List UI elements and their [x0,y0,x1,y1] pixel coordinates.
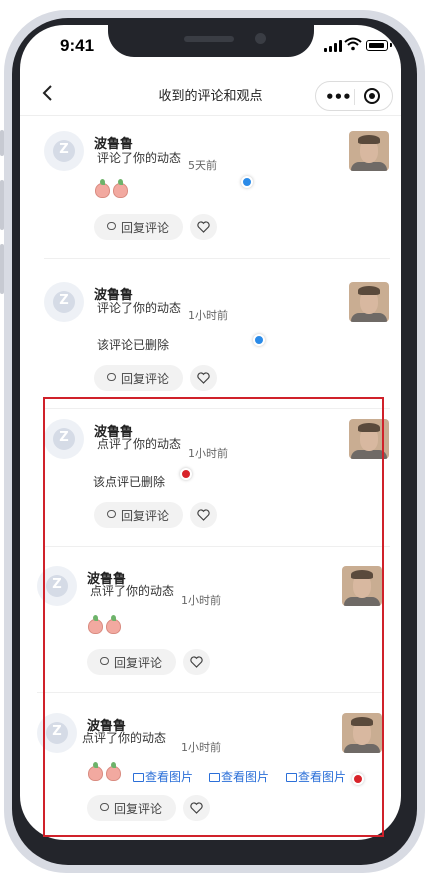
action-text: 评论了你的动态 [96,301,181,315]
mini-program-capsule: ••• [315,81,393,111]
timestamp: 1小时前 [188,309,228,322]
nav-bar: 收到的评论和观点 ••• [20,69,401,119]
side-button [0,180,4,230]
avatar[interactable] [44,131,84,171]
more-icon[interactable]: ••• [325,88,352,106]
post-thumbnail[interactable] [349,282,389,322]
highlight-box [43,397,384,837]
status-time: 9:41 [60,36,95,55]
post-thumbnail[interactable] [349,131,389,171]
comment-icon [107,373,116,381]
battery-tip [390,43,392,47]
notch [108,25,314,57]
heart-icon [197,221,210,233]
unread-dot [253,334,265,346]
target-icon[interactable] [364,88,380,104]
timestamp: 5天前 [188,159,217,172]
deleted-notice: 该评论已删除 [97,338,170,352]
item-divider [44,258,390,259]
reply-comment-button[interactable]: 回复评论 [94,214,183,240]
reply-label: 回复评论 [121,372,170,386]
avatar[interactable] [44,282,84,322]
nav-divider [20,115,401,116]
camera [255,33,266,44]
signal-icon [324,40,342,52]
capsule-divider [354,89,355,105]
side-button [0,244,4,294]
side-button [0,130,4,156]
unread-dot [241,176,253,188]
like-button[interactable] [190,365,217,391]
wifi-icon [344,37,362,51]
comment-icon [107,222,116,230]
reply-comment-button[interactable]: 回复评论 [94,365,183,391]
peach-emoji [95,179,131,201]
status-bar: 9:41 [20,25,401,69]
action-text: 评论了你的动态 [96,151,181,165]
battery-icon [366,40,388,51]
speaker [184,36,234,42]
heart-icon [197,372,210,384]
reply-label: 回复评论 [121,221,170,235]
like-button[interactable] [190,214,217,240]
user-name: 波鲁鲁 [94,137,134,152]
